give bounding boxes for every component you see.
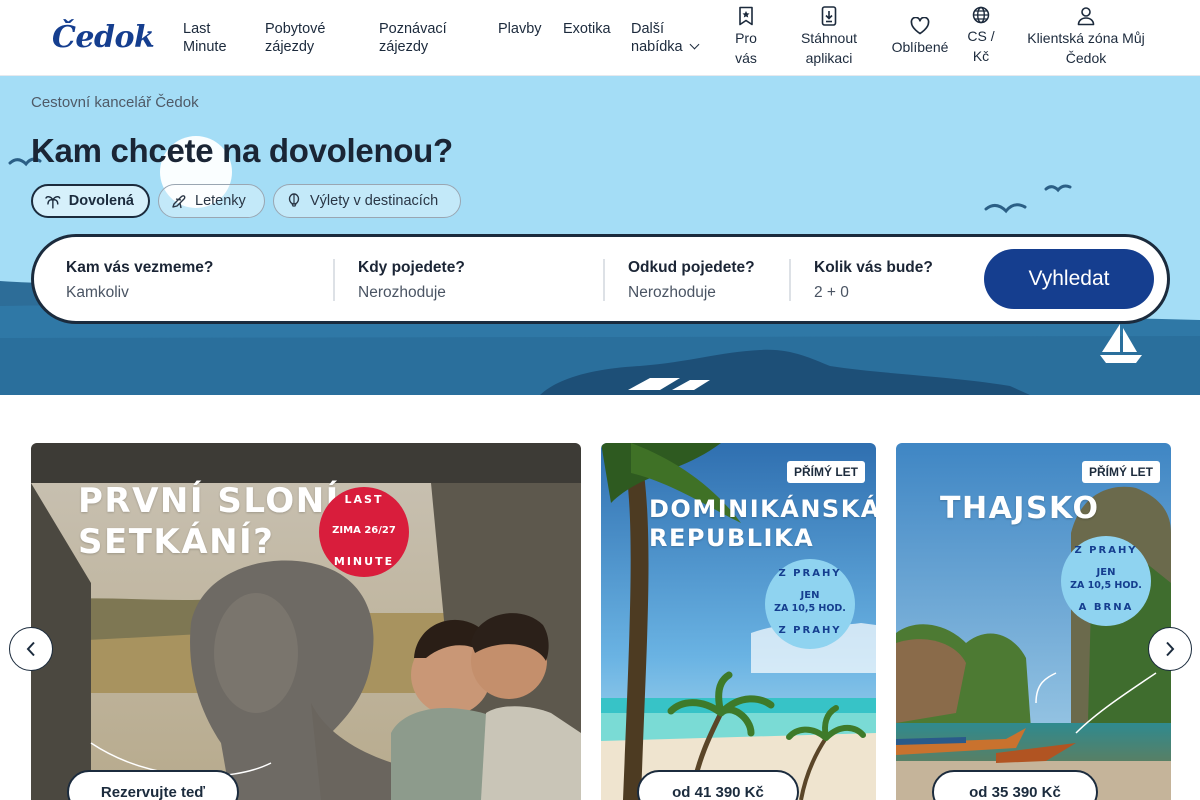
field-value: Kamkoliv: [66, 284, 129, 301]
badge-label: Z PRAHY: [778, 568, 842, 579]
klientska-zona-button[interactable]: Klientská zóna Můj Čedok: [1022, 6, 1150, 68]
page-title: Kam chcete na dovolenou?: [31, 132, 453, 169]
departure-field[interactable]: Odkud pojedete? Nerozhoduje: [628, 259, 788, 302]
search-button[interactable]: Vyhledat: [984, 249, 1154, 309]
nav-label: Pobytové: [265, 21, 326, 37]
card-title: Thajsko: [940, 491, 1099, 527]
field-value: Nerozhoduje: [628, 284, 716, 301]
download-phone-icon: [821, 6, 837, 26]
badge-label: Z PRAHY: [778, 625, 842, 636]
stahnout-aplikaci-button[interactable]: Stáhnout aplikaci: [797, 6, 861, 68]
badge-label: ZA 10,5 HOD.: [1070, 580, 1142, 591]
date-field[interactable]: Kdy pojedete? Nerozhoduje: [358, 259, 598, 302]
field-value: 2 + 0: [814, 284, 849, 301]
travelers-field[interactable]: Kolik vás bude? 2 + 0: [814, 259, 964, 302]
badge-label: A BRNA: [1078, 602, 1134, 613]
util-label: Stáhnout: [800, 30, 858, 46]
nav-label: zájezdy: [265, 39, 315, 55]
field-label: Odkud pojedete?: [628, 259, 755, 276]
chevron-down-icon: [689, 39, 700, 50]
util-label: Oblíbené: [891, 39, 949, 55]
reserve-now-button[interactable]: Rezervujte teď: [67, 770, 239, 800]
badge-label: ZIMA 26/27: [332, 525, 396, 536]
chevron-left-icon: [26, 641, 35, 657]
destination-field[interactable]: Kam vás vezmeme? Kamkoliv: [66, 259, 326, 302]
card-title-line: Thajsko: [940, 491, 1100, 526]
direct-flight-tag: PŘÍMÝ LET: [1081, 461, 1160, 483]
badge-label: Z PRAHY: [1074, 545, 1138, 556]
field-divider: [603, 259, 605, 301]
util-label: CS /: [967, 28, 995, 44]
plane-icon: [172, 195, 186, 209]
bookmark-star-icon: [739, 6, 753, 26]
field-value: Nerozhoduje: [358, 284, 446, 301]
heart-icon: [910, 17, 930, 35]
pro-vas-button[interactable]: Pro vás: [733, 6, 759, 68]
oblibene-button[interactable]: Oblíbené: [889, 17, 951, 57]
nav-label: nabídka: [631, 39, 683, 55]
tab-vylety-v-destinacich[interactable]: Výlety v destinacích: [273, 184, 461, 218]
hero-search-section: Cestovní kancelář Čedok Kam chcete na do…: [0, 76, 1200, 395]
badge-label: LAST: [344, 493, 384, 506]
cedok-logo[interactable]: Čedok: [52, 20, 155, 55]
nav-label: Minute: [183, 39, 227, 55]
nav-pobytove-zajezdy[interactable]: Pobytové zájezdy: [265, 20, 325, 56]
carousel-prev-button[interactable]: [9, 627, 53, 671]
user-icon: [1077, 7, 1095, 26]
breadcrumb[interactable]: Cestovní kancelář Čedok: [31, 94, 199, 111]
nav-poznavaci-zajezdy[interactable]: Poznávací zájezdy: [379, 20, 447, 56]
badge-label: ZA 10,5 HOD.: [774, 603, 846, 614]
card-title-line: republika: [649, 523, 815, 552]
search-form: Kam vás vezmeme? Kamkoliv Kdy pojedete? …: [31, 234, 1170, 324]
globe-icon: [972, 6, 990, 24]
util-label: Kč: [972, 48, 990, 64]
util-label: Pro: [735, 30, 757, 46]
tab-dovolena[interactable]: Dovolená: [31, 184, 150, 218]
card-title: První sloní setkání?: [78, 481, 340, 563]
card-title-line: První sloní: [78, 481, 340, 521]
direct-flight-tag: PŘÍMÝ LET: [786, 461, 865, 483]
tab-label: Letenky: [195, 193, 246, 209]
nav-dalsi-nabidka[interactable]: Další nabídka: [631, 20, 700, 56]
language-currency-button[interactable]: CS / Kč: [966, 6, 996, 66]
price-button[interactable]: od 35 390 Kč: [932, 770, 1098, 800]
field-divider: [333, 259, 335, 301]
tab-label: Dovolená: [68, 193, 134, 209]
chevron-right-icon: [1166, 641, 1175, 657]
card-title-line: setkání?: [78, 521, 275, 562]
nav-last-minute[interactable]: Last Minute: [183, 20, 227, 56]
badge-label: MINUTE: [333, 555, 395, 568]
card-title-line: Dominikánská: [649, 495, 876, 523]
nav-label: Last: [183, 21, 211, 37]
field-label: Kolik vás bude?: [814, 259, 933, 276]
top-navigation-bar: Čedok Last Minute Pobytové zájezdy Pozná…: [0, 0, 1200, 76]
util-label: aplikaci: [805, 50, 853, 66]
card-title: Dominikánská republika: [649, 495, 876, 553]
nav-label: zájezdy: [379, 39, 429, 55]
promo-card-thajsko[interactable]: PŘÍMÝ LET Thajsko Z PRAHY JEN ZA 10,5 HO…: [896, 443, 1171, 800]
field-label: Kdy pojedete?: [358, 259, 465, 276]
tab-letenky[interactable]: Letenky: [158, 184, 265, 218]
util-label: Klientská zóna Můj: [1027, 30, 1145, 46]
util-label: Čedok: [1065, 50, 1107, 66]
field-label: Kam vás vezmeme?: [66, 259, 214, 276]
nav-label: Exotika: [563, 21, 611, 37]
nav-label: Další: [631, 21, 665, 37]
palm-tree-icon: [45, 196, 61, 209]
util-label: vás: [735, 50, 757, 66]
nav-plavby[interactable]: Plavby: [498, 20, 542, 38]
badge-label: JEN: [1096, 567, 1116, 578]
nav-label: Poznávací: [379, 21, 447, 37]
field-divider: [789, 259, 791, 301]
badge-label: JEN: [800, 590, 820, 601]
nav-exotika[interactable]: Exotika: [563, 20, 611, 38]
nav-label: Plavby: [498, 21, 542, 37]
promo-card-dominikanska-republika[interactable]: PŘÍMÝ LET Dominikánská republika Z PRAHY…: [601, 443, 876, 800]
balloon-icon: [288, 193, 300, 207]
tab-label: Výlety v destinacích: [310, 193, 439, 209]
price-button[interactable]: od 41 390 Kč: [637, 770, 799, 800]
promo-card-last-minute[interactable]: První sloní setkání? LAST ZIMA 26/27 MIN…: [31, 443, 581, 800]
carousel-next-button[interactable]: [1148, 627, 1192, 671]
